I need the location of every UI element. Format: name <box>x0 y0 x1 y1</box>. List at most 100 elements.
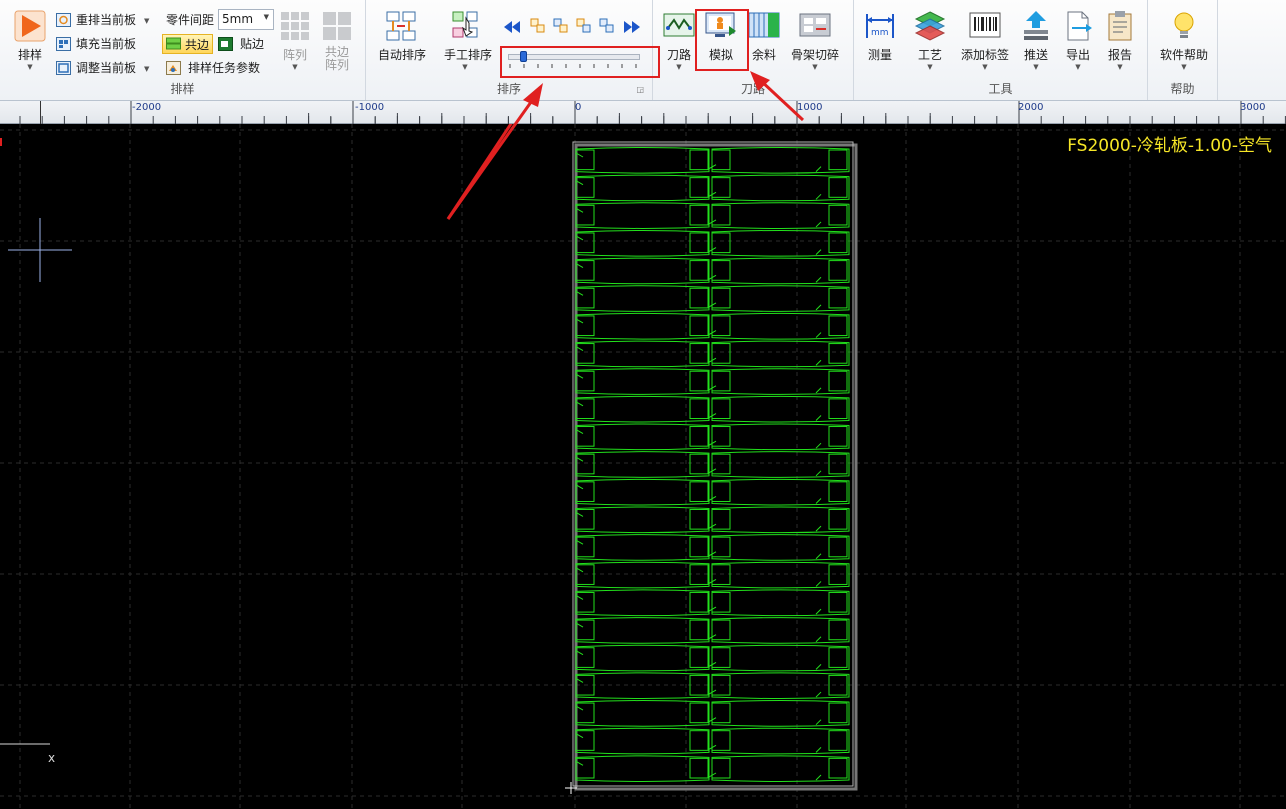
prev-step-icon[interactable] <box>553 18 569 37</box>
canvas-grid <box>0 124 1286 809</box>
part-spacing-label: 零件间距 <box>166 13 215 27</box>
report-button[interactable]: 报告 ▼ <box>1098 6 1142 76</box>
nested-part <box>575 257 850 285</box>
nested-part <box>575 755 850 782</box>
common-array-button[interactable]: 共边 阵列 <box>315 6 359 76</box>
next-step-icon[interactable] <box>576 18 592 37</box>
play-nest-icon <box>14 10 46 42</box>
group-label-tools: 工具 <box>988 82 1013 96</box>
nested-part <box>575 478 850 506</box>
ruler-cursor-marker <box>40 101 41 124</box>
chevron-down-icon: ▼ <box>144 16 150 25</box>
nested-part <box>575 451 850 478</box>
array-button[interactable]: 阵列 ▼ <box>273 6 317 76</box>
rearrange-current-button[interactable]: 重排当前板 ▼ <box>56 10 149 30</box>
fill-current-button[interactable]: 填充当前板 <box>56 34 136 54</box>
export-file-icon <box>1062 10 1094 42</box>
layers-process-icon <box>914 10 946 42</box>
chevron-down-icon: ▼ <box>927 63 933 71</box>
chevron-down-icon: ▼ <box>462 63 468 71</box>
nest-button[interactable]: 排样 ▼ <box>8 6 52 76</box>
nested-part <box>575 423 850 451</box>
sheet-border <box>572 141 854 787</box>
ribbon-group-toolpath: 刀路 ▼ 模拟 余料 骨架切碎 ▼ 刀路 <box>653 0 854 100</box>
common-edge-toggle[interactable]: 共边 <box>162 34 213 54</box>
nested-part <box>575 202 850 229</box>
chevron-down-icon: ▼ <box>982 63 988 71</box>
chevron-down-icon: ▼ <box>292 63 298 71</box>
ruler-measure-icon: mm <box>864 10 896 42</box>
annotation-box-slider <box>500 46 660 78</box>
crosshair-cursor <box>8 218 72 282</box>
nested-part <box>575 229 850 257</box>
fill-icon <box>56 37 71 51</box>
push-button[interactable]: 推送 ▼ <box>1014 6 1058 76</box>
auto-sort-button[interactable]: 自动排序 <box>378 6 426 76</box>
adjust-current-button[interactable]: 调整当前板 ▼ <box>56 58 149 78</box>
skeleton-cut-icon <box>799 10 831 42</box>
process-button[interactable]: 工艺 ▼ <box>908 6 952 76</box>
stick-edge-icon <box>218 37 233 51</box>
add-label-button[interactable]: 添加标签 ▼ <box>957 6 1013 76</box>
nested-part <box>575 561 850 589</box>
material-label: FS2000-冷轧板-1.00-空气 <box>1067 136 1272 156</box>
ruler-ticks <box>19 101 1286 124</box>
nested-part <box>575 672 850 700</box>
nested-part <box>575 700 850 727</box>
task-settings-icon <box>166 61 181 75</box>
sort-step-controls <box>503 18 643 38</box>
chevron-down-icon: ▼ <box>27 63 33 71</box>
array-grid-icon <box>279 10 311 42</box>
manual-sort-button[interactable]: 手工排序 ▼ <box>444 6 492 76</box>
measure-button[interactable]: mm 测量 <box>858 6 902 76</box>
first-step-icon[interactable] <box>503 18 521 39</box>
rearrange-icon <box>56 13 71 27</box>
last-step-icon[interactable] <box>623 18 641 39</box>
ruler-label: -1000 <box>355 102 385 113</box>
ruler-label: 1000 <box>797 102 823 113</box>
nested-part <box>575 368 850 395</box>
part-spacing-select[interactable]: 5mm ▼ <box>218 9 274 30</box>
nested-part <box>575 340 850 368</box>
nested-part <box>575 589 850 617</box>
chevron-down-icon: ▼ <box>263 13 269 21</box>
nested-part <box>575 506 850 534</box>
nested-part <box>575 534 850 561</box>
nest-task-params-button[interactable]: 排样任务参数 <box>166 58 260 78</box>
adjust-icon <box>56 61 71 75</box>
nested-part <box>575 644 850 672</box>
axis-x-label: x <box>48 751 56 765</box>
next-part-icon[interactable] <box>599 18 615 37</box>
clipboard-report-icon <box>1104 10 1136 42</box>
software-help-button[interactable]: 软件帮助 ▼ <box>1156 6 1212 76</box>
auto-sort-icon <box>385 10 417 42</box>
nested-part <box>575 395 850 423</box>
annotation-box-simulate <box>695 9 749 71</box>
nested-part <box>575 285 850 312</box>
nested-part <box>575 727 850 755</box>
remnant-icon <box>748 10 780 42</box>
common-array-icon <box>321 10 353 42</box>
barcode-label-icon <box>969 10 1001 42</box>
skeleton-cut-button[interactable]: 骨架切碎 ▼ <box>787 6 843 76</box>
ruler-label: -2000 <box>132 102 162 113</box>
chevron-down-icon: ▼ <box>1181 63 1187 71</box>
chevron-down-icon: ▼ <box>1075 63 1081 71</box>
sheet-plate[interactable] <box>565 141 858 794</box>
ribbon-group-tools: mm 测量 工艺 ▼ 添加标签 ▼ 推送 ▼ 导出 ▼ 报告 ▼ 工具 <box>854 0 1148 100</box>
ruler-label: 2000 <box>1018 102 1044 113</box>
group-label-toolpath: 刀路 <box>740 82 765 96</box>
export-button[interactable]: 导出 ▼ <box>1056 6 1100 76</box>
push-upload-icon <box>1020 10 1052 42</box>
ribbon-group-nesting: 排样 ▼ 重排当前板 ▼ 填充当前板 调整当前板 ▼ 零件间距 5mm ▼ 共边 贴… <box>0 0 366 100</box>
chevron-down-icon: ▼ <box>812 63 818 71</box>
stick-edge-toggle[interactable]: 贴边 <box>218 34 264 54</box>
lightbulb-help-icon <box>1168 10 1200 42</box>
horizontal-ruler: -2000 -1000 0 1000 2000 3000 <box>0 101 1286 124</box>
nested-part <box>575 312 850 340</box>
common-edge-icon <box>166 37 181 51</box>
drawing-canvas[interactable]: FS2000-冷轧板-1.00-空气 x <box>0 124 1286 809</box>
prev-part-icon[interactable] <box>530 18 546 37</box>
ribbon-group-help: 软件帮助 ▼ 帮助 <box>1148 0 1218 100</box>
group-label-nesting: 排样 <box>170 82 195 96</box>
